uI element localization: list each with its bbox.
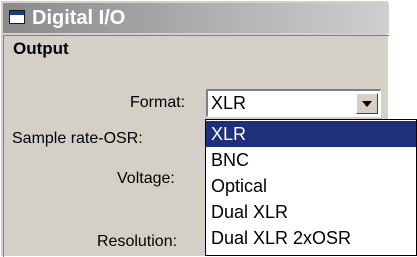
format-option-dual-xlr-2xosr[interactable]: Dual XLR 2xOSR (206, 225, 416, 251)
format-option-dual-xlr[interactable]: Dual XLR (206, 199, 416, 225)
voltage-label: Voltage: (117, 170, 175, 187)
output-group-title: Output (13, 39, 69, 58)
title-bar[interactable]: Digital I/O (3, 3, 389, 33)
format-select[interactable]: XLR (206, 89, 381, 117)
format-dropdown-list: XLR BNC Optical Dual XLR Dual XLR 2xOSR (205, 119, 417, 256)
sample-rate-label: Sample rate-OSR: (12, 130, 143, 147)
format-select-value: XLR (211, 93, 247, 113)
chevron-down-icon[interactable] (356, 93, 378, 114)
window-icon (9, 10, 25, 24)
window-title: Digital I/O (32, 7, 126, 29)
resolution-label: Resolution: (97, 233, 178, 250)
format-option-xlr[interactable]: XLR (206, 121, 416, 147)
format-option-bnc[interactable]: BNC (206, 147, 416, 173)
format-label: Format: (130, 94, 186, 111)
format-option-optical[interactable]: Optical (206, 173, 416, 199)
